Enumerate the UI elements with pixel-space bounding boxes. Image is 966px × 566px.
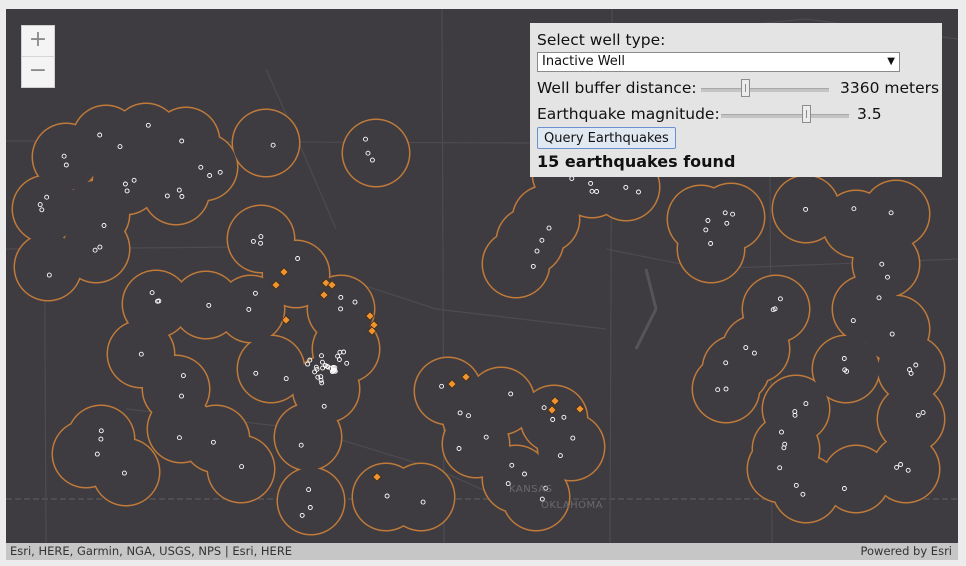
buffer-fill	[275, 404, 341, 470]
buffer-fill	[388, 464, 454, 530]
slider-track	[701, 88, 829, 92]
buffer-fill	[343, 120, 409, 186]
buffer-distance-label: Well buffer distance:	[537, 79, 697, 97]
chevron-down-icon: ▼	[887, 56, 895, 67]
buffer-fill	[238, 336, 304, 402]
well-type-label: Select well type:	[537, 31, 666, 49]
buffer-distance-value: 3360 meters	[840, 79, 940, 97]
well-type-select[interactable]: Inactive Well ▼	[537, 52, 900, 72]
buffer-fill	[233, 110, 299, 176]
slider-track	[721, 114, 849, 118]
buffer-fill	[208, 436, 274, 502]
state-label-kansas: KANSAS	[509, 484, 553, 495]
slider-thumb[interactable]	[802, 105, 811, 123]
buffer-fill	[13, 176, 79, 242]
map-view[interactable]: KANSAS OKLAHOMA + − Select well type: In…	[6, 9, 958, 560]
buffer-fill	[483, 231, 549, 297]
buffer-fill	[698, 184, 764, 250]
powered-by[interactable]: Powered by Esri	[861, 543, 953, 560]
buffer-fill	[863, 296, 929, 362]
buffer-distance-slider[interactable]	[701, 79, 829, 97]
magnitude-label: Earthquake magnitude:	[537, 105, 720, 123]
buffer-fill	[278, 468, 344, 534]
slider-thumb[interactable]	[741, 79, 750, 97]
buffer-fill	[68, 406, 134, 472]
magnitude-value: 3.5	[857, 105, 882, 123]
state-label-oklahoma: OKLAHOMA	[541, 500, 603, 511]
zoom-control: + −	[21, 25, 55, 88]
query-earthquakes-button[interactable]: Query Earthquakes	[537, 127, 676, 149]
query-panel: Select well type: Inactive Well ▼ Well b…	[530, 23, 942, 177]
attribution-sources: Esri, HERE, Garmin, NGA, USGS, NPS | Esr…	[10, 544, 293, 558]
buffer-fill	[503, 464, 569, 530]
well-type-selected-value: Inactive Well	[542, 54, 626, 69]
attribution-bar: Esri, HERE, Garmin, NGA, USGS, NPS | Esr…	[6, 543, 958, 560]
buffer-fill	[693, 356, 759, 422]
zoom-in-button[interactable]: +	[22, 26, 54, 56]
magnitude-slider[interactable]	[721, 105, 849, 123]
zoom-out-button[interactable]: −	[22, 56, 54, 87]
buffer-fill	[15, 234, 81, 300]
result-count: 15 earthquakes found	[537, 152, 736, 171]
